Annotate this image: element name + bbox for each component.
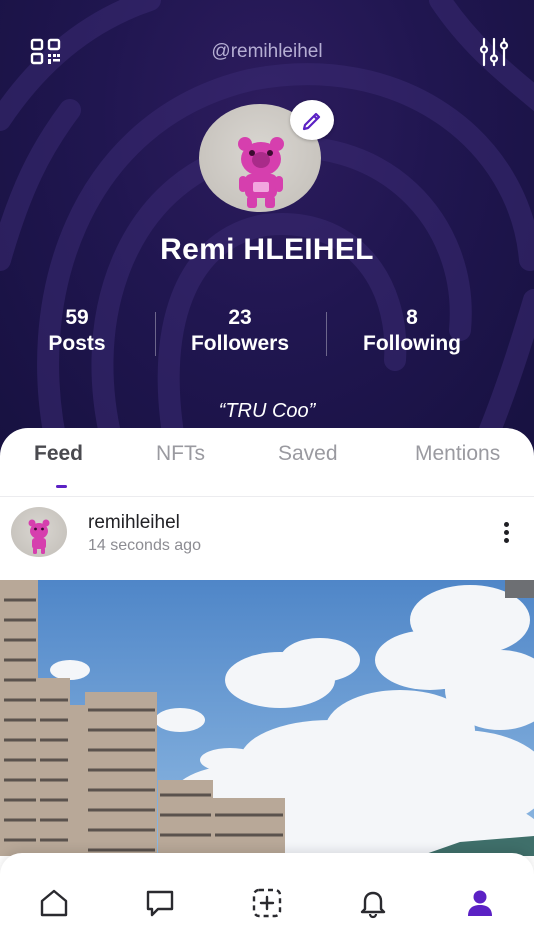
nav-profile[interactable] <box>462 885 498 921</box>
stat-following-value: 8 <box>406 306 418 329</box>
post-header: remihleihel 14 seconds ago <box>0 504 534 580</box>
bell-icon <box>360 891 386 919</box>
profile-header: @remihleihel Remi HLEIHEL 59 Posts 23 Fo… <box>0 0 534 460</box>
sliders-icon <box>479 37 509 67</box>
stat-posts-label: Posts <box>48 332 106 355</box>
bottom-navigation <box>0 853 534 950</box>
profile-bio: “TRU Coo” <box>218 400 316 422</box>
active-tab-indicator <box>56 485 67 488</box>
bear-toy-image <box>28 519 50 554</box>
stat-following[interactable]: 8 Following <box>327 306 497 358</box>
chat-icon <box>146 890 174 917</box>
settings-button[interactable] <box>478 36 510 68</box>
display-name: Remi HLEIHEL <box>160 233 374 266</box>
nav-create-post[interactable] <box>249 885 285 921</box>
profile-icon <box>468 890 492 916</box>
stat-followers-label: Followers <box>190 332 290 355</box>
nav-messages[interactable] <box>142 885 178 921</box>
stat-posts[interactable]: 59 Posts <box>0 306 162 358</box>
stat-followers-value: 23 <box>228 306 252 329</box>
pencil-icon <box>302 112 321 131</box>
post-timestamp: 14 seconds ago <box>88 537 201 554</box>
city-buildings-photo <box>0 580 534 856</box>
post-image[interactable] <box>0 580 534 856</box>
nav-notifications[interactable] <box>355 885 391 921</box>
stat-posts-value: 59 <box>65 306 89 329</box>
more-vertical-icon <box>498 522 514 543</box>
nav-home[interactable] <box>36 885 72 921</box>
edit-avatar-button[interactable] <box>290 100 334 140</box>
post-author-username[interactable]: remihleihel <box>88 512 180 534</box>
tab-mentions[interactable]: Mentions <box>415 442 500 466</box>
profile-tabs: Feed NFTs Saved Mentions <box>0 442 534 482</box>
add-post-icon <box>252 888 282 918</box>
post-author-avatar[interactable] <box>11 507 67 557</box>
stat-following-label: Following <box>363 332 461 355</box>
tab-nfts[interactable]: NFTs <box>156 442 205 466</box>
home-icon <box>40 889 68 917</box>
fingerprint-pattern <box>0 0 534 460</box>
post-more-button[interactable] <box>498 521 514 549</box>
stat-followers[interactable]: 23 Followers <box>155 306 325 358</box>
tab-feed[interactable]: Feed <box>34 442 83 466</box>
tab-saved[interactable]: Saved <box>278 442 338 466</box>
tabs-divider <box>0 496 534 497</box>
username-handle: @remihleihel <box>211 41 323 62</box>
